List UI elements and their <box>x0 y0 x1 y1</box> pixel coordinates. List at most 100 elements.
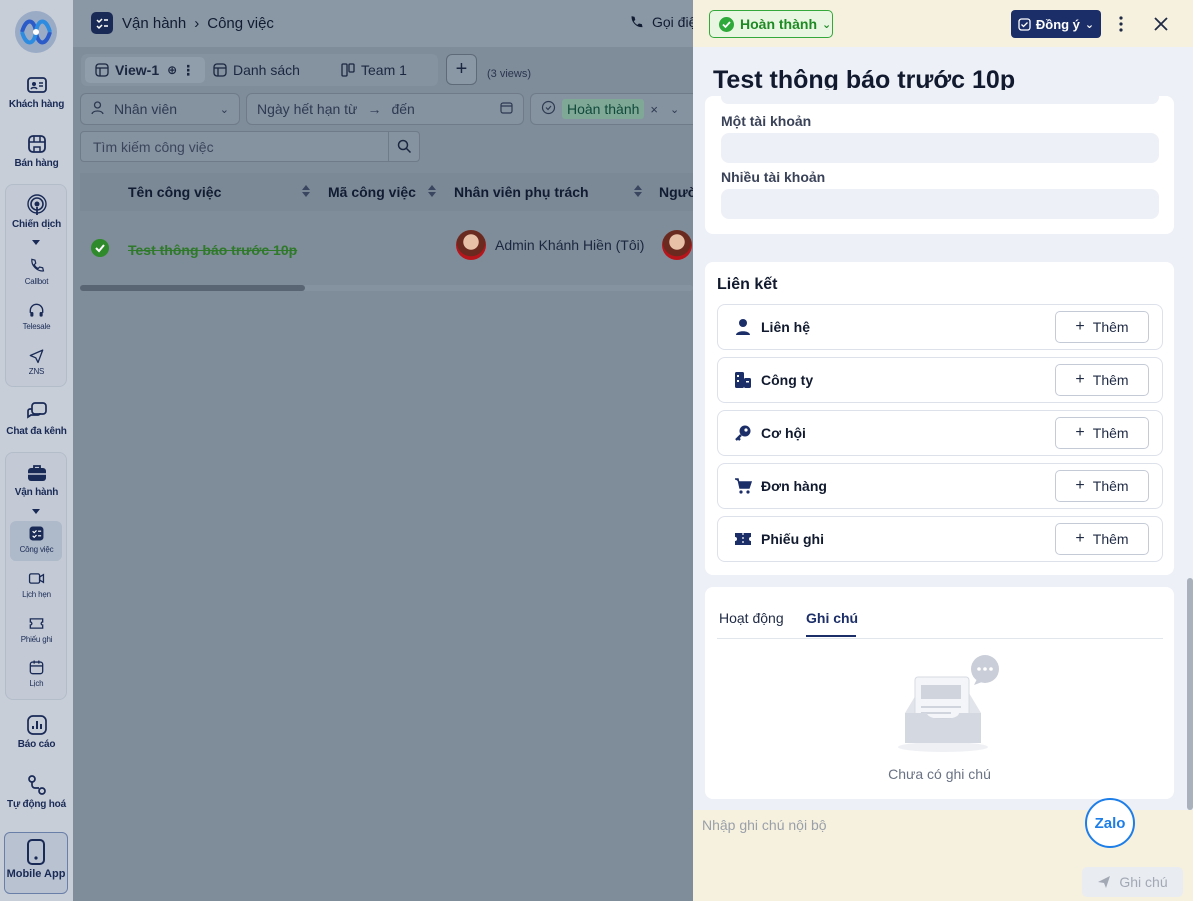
link-label: Đơn hàng <box>761 478 827 494</box>
add-contact-button[interactable]: + Thêm <box>1055 311 1149 343</box>
nav-sales[interactable]: Bán hàng <box>0 133 73 169</box>
task-search[interactable]: Tìm kiếm công việc <box>80 131 420 162</box>
search-input[interactable]: Tìm kiếm công việc <box>93 139 214 155</box>
tab-team-1[interactable]: Team 1 <box>331 57 417 83</box>
nav-operations[interactable]: Vận hành <box>0 462 73 498</box>
link-row-order: Đơn hàng + Thêm <box>717 463 1163 509</box>
tab-label: Danh sách <box>233 62 300 78</box>
zalo-chat-button[interactable]: Zalo <box>1085 798 1135 848</box>
nav-omnichannel-chat[interactable]: Chat đa kênh <box>0 401 73 437</box>
app-logo-icon[interactable] <box>14 10 58 54</box>
status-dropdown[interactable]: Hoàn thành ⌄ <box>709 10 833 38</box>
agree-button[interactable]: Đồng ý ⌄ <box>1011 10 1101 38</box>
search-button[interactable] <box>388 132 419 161</box>
add-label: Thêm <box>1092 531 1129 547</box>
arrow-right-icon: → <box>367 101 382 117</box>
empty-inbox-icon <box>898 655 999 752</box>
nav-tickets[interactable]: Phiếu ghi <box>0 615 73 644</box>
shop-icon <box>27 135 46 153</box>
note-input[interactable]: Nhập ghi chú nội bộ <box>702 817 827 833</box>
drawer-scrollbar[interactable] <box>1187 578 1193 810</box>
chevron-down-icon: ⌄ <box>670 103 680 116</box>
views-count: (3 views) <box>487 68 532 80</box>
column-task-name[interactable]: Tên công việc <box>128 184 221 200</box>
chip-remove-icon[interactable]: × <box>650 102 658 117</box>
link-row-ticket: Phiếu ghi + Thêm <box>717 516 1163 562</box>
video-camera-icon <box>28 573 45 584</box>
nav-zns[interactable]: ZNS <box>0 347 73 376</box>
link-row-company: Công ty + Thêm <box>717 357 1163 403</box>
add-order-button[interactable]: + Thêm <box>1055 470 1149 502</box>
add-ticket-button[interactable]: + Thêm <box>1055 523 1149 555</box>
scrollbar-thumb[interactable] <box>80 285 305 291</box>
activity-card: Hoạt động Ghi chú Chưa có ghi chú <box>705 587 1174 799</box>
tab-notes[interactable]: Ghi chú <box>806 610 858 626</box>
close-icon[interactable] <box>1151 14 1171 34</box>
status-filter[interactable]: Hoàn thành × ⌄ <box>530 93 700 125</box>
task-detail-drawer: Hoàn thành ⌄ Đồng ý ⌄ Test thông báo trư… <box>693 0 1193 901</box>
broadcast-icon <box>26 194 47 215</box>
tab-view-1[interactable]: View-1 ⊕ ⋮ <box>85 57 206 83</box>
nav-automation[interactable]: Tự động hoá <box>0 774 73 810</box>
previous-field-box[interactable] <box>721 90 1159 104</box>
nav-label: ZNS <box>28 367 45 376</box>
sort-icon[interactable] <box>302 185 310 197</box>
add-label: Thêm <box>1092 425 1129 441</box>
add-opportunity-button[interactable]: + Thêm <box>1055 417 1149 449</box>
chevron-right-icon: › <box>194 14 200 32</box>
nav-callbot[interactable]: Callbot <box>0 257 73 286</box>
add-label: Thêm <box>1092 478 1129 494</box>
links-card: Liên kết Liên hệ + Thêm Công ty + Thêm Cơ … <box>705 262 1174 575</box>
task-name[interactable]: Test thông báo trước 10p <box>128 242 297 258</box>
due-date-range-filter[interactable]: Ngày hết hạn từ → đến <box>246 93 524 125</box>
tab-activity[interactable]: Hoạt động <box>719 610 784 626</box>
nav-tasks[interactable]: Công việc <box>0 525 73 554</box>
mobile-app-button[interactable]: Mobile App <box>4 832 68 894</box>
table-row[interactable]: Test thông báo trước 10p Admin Khánh Hiề… <box>80 226 693 270</box>
chevron-down-icon[interactable] <box>32 509 40 514</box>
nav-reports[interactable]: Báo cáo <box>0 714 73 750</box>
links-title: Liên kết <box>717 276 778 293</box>
empty-notes-text: Chưa có ghi chú <box>888 766 991 782</box>
nav-label: Lịch <box>29 679 44 688</box>
link-row-contact: Liên hệ + Thêm <box>717 304 1163 350</box>
nav-label: Công việc <box>19 545 54 554</box>
column-task-code[interactable]: Mã công việc <box>328 184 416 200</box>
add-view-button[interactable]: + <box>446 54 477 85</box>
more-options-icon[interactable] <box>1114 13 1128 35</box>
nav-label: Báo cáo <box>17 739 56 750</box>
column-assignee[interactable]: Nhân viên phụ trách <box>454 184 589 200</box>
multiple-accounts-field[interactable] <box>721 189 1159 219</box>
completed-check-icon[interactable] <box>91 239 109 257</box>
nav-appointments[interactable]: Lịch hẹn <box>0 570 73 599</box>
key-icon <box>735 425 751 441</box>
employee-filter[interactable]: Nhân viên ⌄ <box>80 93 240 125</box>
tab-list[interactable]: Danh sách <box>203 57 310 83</box>
sort-icon[interactable] <box>634 185 642 197</box>
plus-icon: + <box>1075 318 1085 335</box>
kanban-icon <box>341 63 355 77</box>
nav-customers[interactable]: Khách hàng <box>0 74 73 110</box>
employee-filter-placeholder: Nhân viên <box>114 101 178 117</box>
nav-label: Khách hàng <box>8 99 65 110</box>
date-to-placeholder: đến <box>391 101 415 117</box>
sort-icon[interactable] <box>428 185 436 197</box>
tab-label: View-1 <box>115 62 160 78</box>
status-label: Hoàn thành <box>740 16 817 32</box>
nav-label: Tự động hoá <box>7 799 66 810</box>
chevron-down-icon[interactable] <box>32 240 40 245</box>
plus-icon: + <box>455 58 468 80</box>
send-icon <box>1098 876 1111 888</box>
add-company-button[interactable]: + Thêm <box>1055 364 1149 396</box>
send-note-button[interactable]: Ghi chú <box>1082 867 1183 897</box>
more-vertical-icon[interactable]: ⋮ <box>181 62 195 79</box>
breadcrumb-parent[interactable]: Vận hành <box>122 15 186 32</box>
nav-campaign[interactable]: Chiến dịch <box>0 194 73 230</box>
single-account-field[interactable] <box>721 133 1159 163</box>
link-label: Công ty <box>761 372 814 388</box>
ticket-icon <box>735 533 751 545</box>
nav-telesale[interactable]: Telesale <box>0 302 73 331</box>
nav-calendar[interactable]: Lịch <box>0 659 73 688</box>
horizontal-scrollbar[interactable] <box>80 285 693 291</box>
call-button[interactable]: Gọi điệ <box>628 14 696 30</box>
